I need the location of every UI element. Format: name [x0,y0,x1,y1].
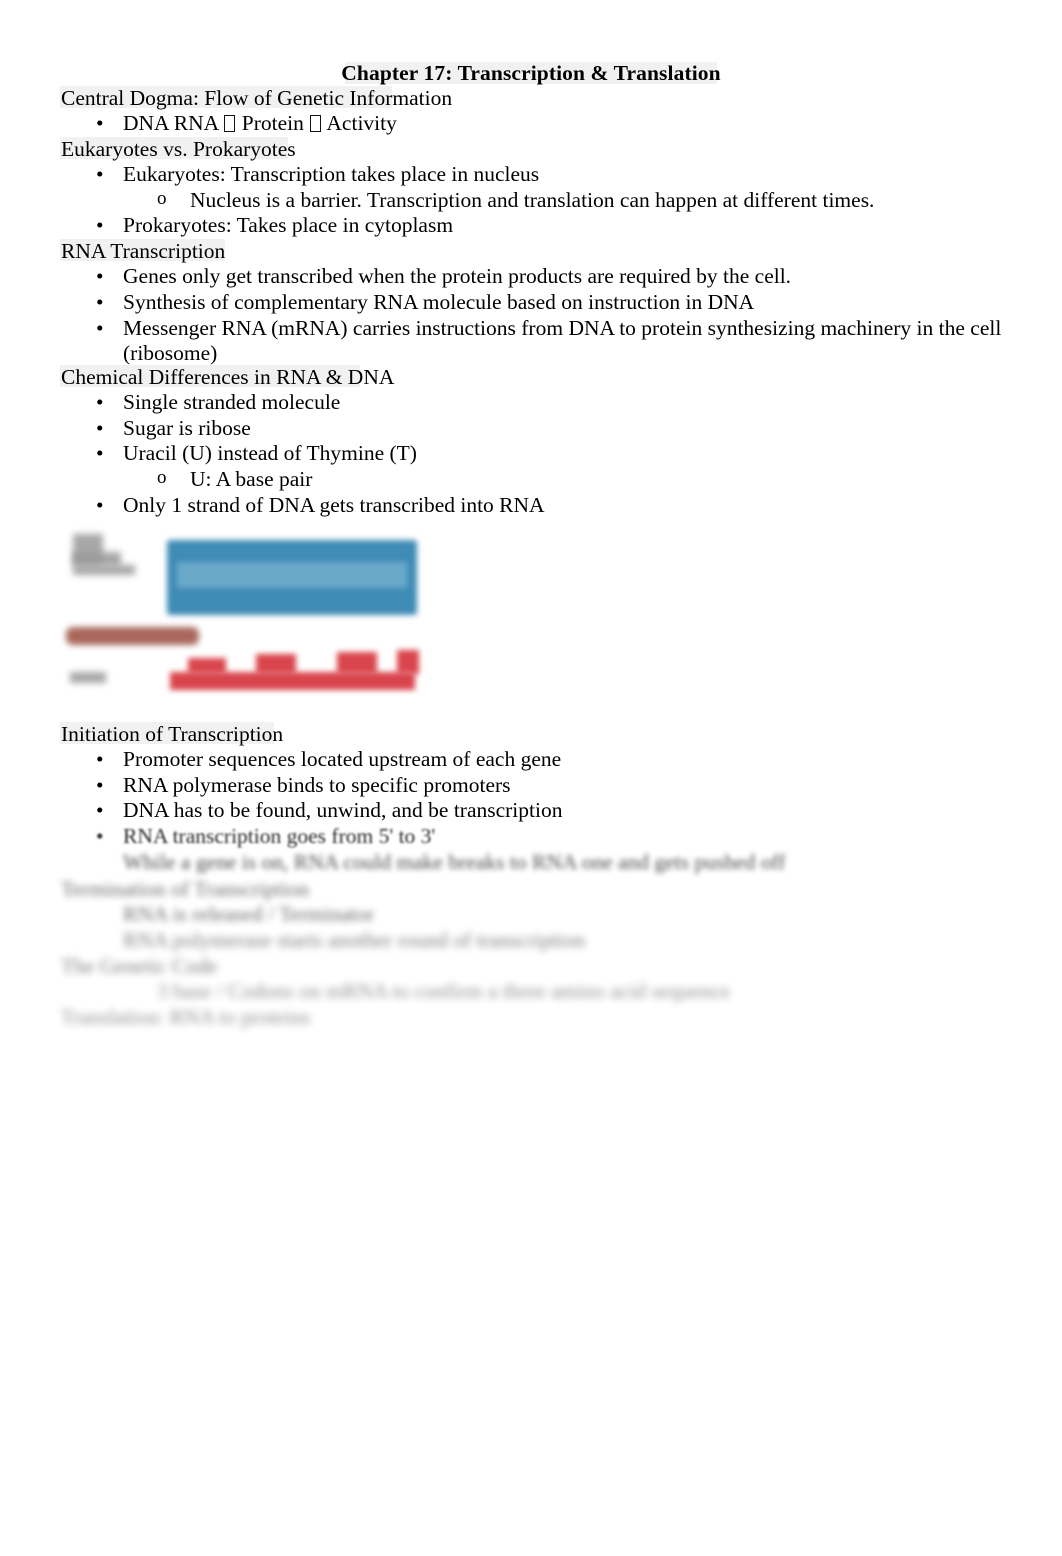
section-heading-chemical-differences: Chemical Differences in RNA & DNA [61,365,395,389]
list-item-text: Eukaryotes: Transcription takes place in… [123,162,540,186]
page-title: Chapter 17: Transcription & Translation [341,61,721,85]
bullet-marker: • [96,264,104,288]
list-item-text: Sugar is ribose [123,416,251,440]
list-item-text: RNA transcription goes from 5' to 3' [123,824,436,848]
section-heading-rna-transcription: RNA Transcription [61,239,226,263]
bullet-marker: • [96,773,104,797]
bullet-marker: • [96,111,104,135]
bullet-marker: • [96,747,104,771]
list-item-text: RNA is released / Terminator [123,902,375,926]
list-item: • Sugar is ribose [96,415,251,441]
bullet-marker: • [96,290,104,314]
figure-label-bar [66,627,199,645]
section-heading-the-genetic-code: The Genetic Code [61,954,218,978]
section-heading-eukaryotes-vs-prokaryotes: Eukaryotes vs. Prokaryotes [61,137,296,161]
list-item: • RNA polymerase binds to specific promo… [96,772,511,798]
section-heading-central-dogma: Central Dogma: Flow of Genetic Informati… [61,86,453,110]
document-page: Chapter 17: Transcription & Translation … [0,0,1062,1556]
list-item-text: Genes only get transcribed when the prot… [123,264,792,288]
list-item: • Only 1 strand of DNA gets transcribed … [96,492,545,518]
bullet-marker: • [96,390,104,414]
dna-rna-text: DNA RNA [123,111,224,135]
section-heading-termination-of-transcription: Termination of Transcription [61,877,310,901]
list-item-text: Synthesis of complementary RNA molecule … [123,290,755,314]
rna-transcript-strand [170,672,415,690]
list-item: • Eukaryotes: Transcription takes place … [96,161,540,187]
bullet-marker: • [96,162,104,186]
figure-label-gray [73,565,135,575]
list-item: • Uracil (U) instead of Thymine (T) [96,440,417,466]
rna-nucleotide-bump [256,654,296,674]
list-item-text: Nucleus is a barrier. Transcription and … [190,188,875,212]
bullet-marker: • [96,493,104,517]
rna-nucleotide-bump [188,658,226,674]
section-heading-initiation-of-transcription: Initiation of Transcription [61,722,284,746]
list-item-text: RNA polymerase starts another round of t… [123,928,586,952]
list-item-text: Uracil (U) instead of Thymine (T) [123,441,417,465]
list-item: o Nucleus is a barrier. Transcription an… [157,187,875,213]
missing-glyph-arrow-icon [224,115,236,132]
list-item-text: 3 base / Codons on mRNA to confirm a thr… [157,979,731,1003]
list-item-text: DNA RNA Protein Activity [123,110,397,136]
list-item-continuation: (ribosome) [123,341,218,365]
figure-label-gray [70,672,106,683]
figure-label-gray [73,552,121,566]
list-item-text: RNA polymerase binds to specific promote… [123,773,511,797]
activity-text: Activity [322,111,397,135]
list-item-text: U: A base pair [190,467,313,491]
list-item: • Genes only get transcribed when the pr… [96,263,792,289]
list-item: • RNA transcription goes from 5' to 3' [96,823,436,849]
dna-base-pairs [177,562,407,588]
list-item: • DNA has to be found, unwind, and be tr… [96,797,563,823]
list-item: o U: A base pair [157,466,313,492]
protein-text: Protein [236,111,310,135]
list-item: • Prokaryotes: Takes place in cytoplasm [96,212,454,238]
rna-nucleotide-bump [397,650,419,674]
bullet-marker: • [96,316,104,340]
dna-rna-strand-diagram [60,522,440,697]
list-item-text: Promoter sequences located upstream of e… [123,747,562,771]
bullet-marker: • [96,441,104,465]
list-item-text: Messenger RNA (mRNA) carries instruction… [123,316,1002,340]
list-item: • Messenger RNA (mRNA) carries instructi… [96,315,1002,341]
list-item: • Single stranded molecule [96,389,341,415]
bullet-marker: • [96,798,104,822]
sub-bullet-marker: o [157,467,167,488]
section-heading-translation: Translation: RNA to proteins [61,1005,311,1029]
list-item: • Synthesis of complementary RNA molecul… [96,289,755,315]
sub-bullet-marker: o [157,188,167,209]
list-item-text: DNA has to be found, unwind, and be tran… [123,798,563,822]
missing-glyph-arrow-icon [310,115,322,132]
list-item-continuation: While a gene is on, RNA could make break… [123,850,786,874]
list-item-text: Prokaryotes: Takes place in cytoplasm [123,213,454,237]
list-item-text: Single stranded molecule [123,390,341,414]
bullet-marker: • [96,213,104,237]
list-item-text: Only 1 strand of DNA gets transcribed in… [123,493,545,517]
bullet-marker: • [96,416,104,440]
bullet-marker: • [96,824,104,848]
list-item: • Promoter sequences located upstream of… [96,746,562,772]
rna-nucleotide-bump [337,652,377,674]
list-item: • DNA RNA Protein Activity [96,110,397,136]
